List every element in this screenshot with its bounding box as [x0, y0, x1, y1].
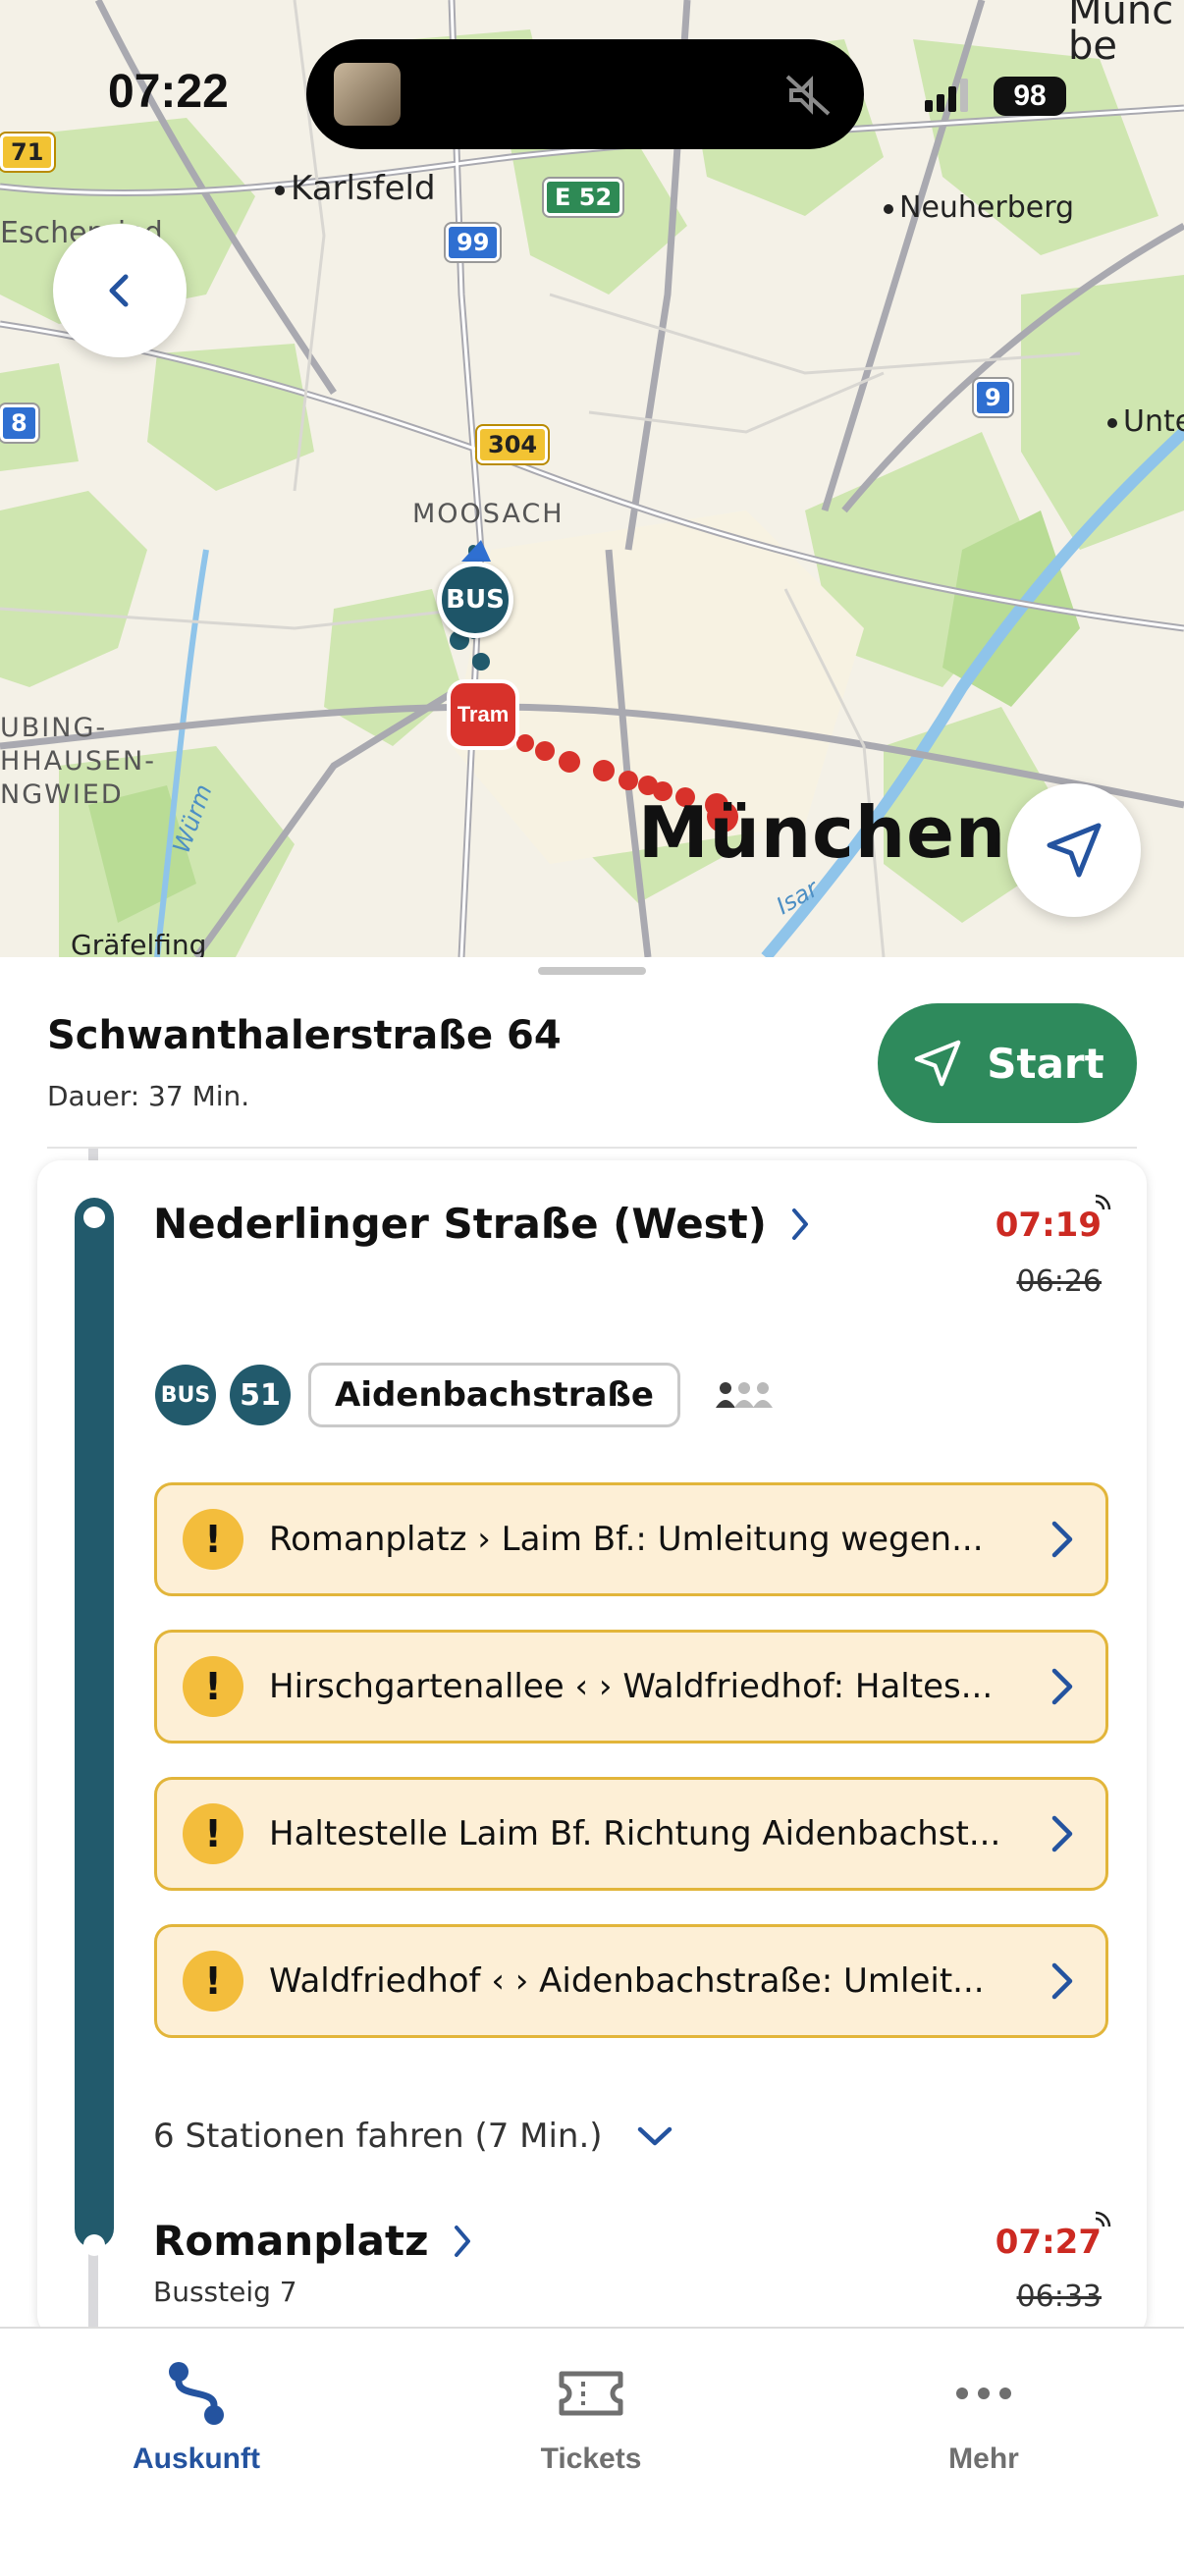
arrival-stop[interactable]: Romanplatz: [153, 2217, 474, 2265]
sheet-drag-handle[interactable]: [538, 967, 646, 975]
chevron-right-icon: [1051, 1668, 1073, 1705]
cellular-signal-icon: [925, 79, 968, 112]
warning-icon: !: [183, 1509, 243, 1570]
place-aubing: UBING-: [0, 713, 108, 743]
locate-me-button[interactable]: [1007, 783, 1141, 917]
chevron-right-icon: [1051, 1962, 1073, 2000]
arrival-time-scheduled: 06:33: [1016, 2280, 1102, 2314]
service-alert[interactable]: ! Hirschgartenallee ‹ › Waldfriedhof: Ha…: [154, 1630, 1108, 1744]
location-arrow-icon: [1047, 823, 1102, 878]
bus-mode-badge: BUS: [155, 1365, 216, 1425]
place-langwied: NGWIED: [0, 779, 124, 810]
line-number-badge: 51: [230, 1365, 291, 1425]
warning-icon: !: [183, 1803, 243, 1864]
tab-tickets[interactable]: Tickets: [473, 2358, 709, 2476]
tab-label: Mehr: [948, 2442, 1019, 2475]
rail-end-dot: [83, 2234, 105, 2256]
chevron-left-icon: [109, 274, 129, 307]
service-alert[interactable]: ! Romanplatz › Laim Bf.: Umleitung wegen…: [154, 1482, 1108, 1596]
occupancy-icon: [715, 1382, 773, 1408]
place-muenchen: München: [638, 791, 1007, 874]
service-alert[interactable]: ! Haltestelle Laim Bf. Richtung Aidenbac…: [154, 1777, 1108, 1891]
road-shield-left-1: 71: [0, 134, 55, 171]
place-neuherberg: Neuherberg: [884, 190, 1074, 225]
muted-icon: [785, 75, 831, 116]
direction-label: Aidenbachstraße: [308, 1363, 680, 1427]
warning-icon: !: [183, 1951, 243, 2012]
realtime-signal-icon: [1095, 2211, 1111, 2227]
trip-duration: Dauer: 37 Min.: [47, 1080, 250, 1112]
service-alert[interactable]: ! Waldfriedhof ‹ › Aidenbachstraße: Umle…: [154, 1924, 1108, 2038]
service-alert-text: Haltestelle Laim Bf. Richtung Aidenbachs…: [269, 1814, 1001, 1853]
tab-mehr[interactable]: Mehr: [866, 2358, 1102, 2476]
chevron-down-icon: [637, 2126, 672, 2146]
warning-icon: !: [183, 1656, 243, 1717]
service-alert-text: Waldfriedhof ‹ › Aidenbachstraße: Umleit…: [269, 1961, 985, 2001]
road-shield-left-2: 8: [0, 404, 38, 442]
chevron-right-icon: [454, 2225, 470, 2257]
start-button-label: Start: [987, 1039, 1104, 1088]
service-alert-text: Romanplatz › Laim Bf.: Umleitung wegen..…: [269, 1520, 984, 1559]
battery-indicator: 98: [994, 77, 1066, 116]
arrival-platform: Bussteig 7: [153, 2276, 297, 2308]
road-shield-a9: 9: [974, 379, 1012, 416]
road-shield-a99: 99: [446, 224, 501, 261]
destination-title: Schwanthalerstraße 64: [47, 1013, 562, 1058]
route-map[interactable]: Karlsfeld Eschenried Neuherberg be Münc …: [0, 0, 1184, 957]
ticket-icon: [559, 2371, 623, 2416]
service-alert-text: Hirschgartenallee ‹ › Waldfriedhof: Halt…: [269, 1667, 994, 1706]
tab-label: Tickets: [540, 2442, 642, 2475]
place-graefelfing: Gräfelfing: [71, 929, 207, 957]
route-icon: [169, 2362, 224, 2425]
place-unter: Unte: [1107, 404, 1184, 439]
place-top-right-2: Münc: [1068, 0, 1174, 33]
departure-time-scheduled: 06:26: [1016, 1264, 1102, 1299]
tram-marker[interactable]: Tram: [447, 679, 519, 750]
status-time: 07:22: [108, 66, 229, 118]
road-shield-304: 304: [477, 426, 549, 463]
arrival-stop-name: Romanplatz: [153, 2217, 429, 2265]
place-karlsfeld: Karlsfeld: [275, 169, 436, 208]
chevron-right-icon: [1051, 1521, 1073, 1558]
arrival-time-realtime: 07:27: [995, 2223, 1102, 2262]
walk-connector-bottom: [88, 2248, 98, 2338]
place-lochhausen: HHAUSEN-: [0, 746, 156, 777]
leg-card: [37, 1160, 1147, 2338]
more-dots-icon: [956, 2388, 1011, 2399]
departure-time-realtime: 07:19: [995, 1206, 1102, 1245]
back-button[interactable]: [53, 224, 187, 357]
bus-start-marker[interactable]: BUS: [437, 562, 513, 638]
line-info-row: BUS 51 Aidenbachstraße: [155, 1363, 775, 1427]
departure-stop[interactable]: Nederlinger Straße (West): [153, 1200, 812, 1248]
navigation-arrow-icon: [914, 1040, 961, 1087]
rail-start-dot: [83, 1207, 105, 1228]
start-navigation-button[interactable]: Start: [878, 1003, 1137, 1123]
now-playing-artwork: [334, 63, 401, 126]
tab-label: Auskunft: [133, 2442, 260, 2475]
road-shield-e52: E 52: [544, 179, 623, 216]
sheet-divider: [47, 1147, 1137, 1149]
realtime-signal-icon: [1095, 1194, 1111, 1210]
dynamic-island[interactable]: [306, 39, 864, 149]
chevron-right-icon: [1051, 1815, 1073, 1852]
departure-stop-name: Nederlinger Straße (West): [153, 1200, 767, 1248]
bus-line-rail: [75, 1198, 114, 2248]
bottom-tab-bar: Auskunft Tickets Mehr: [0, 2327, 1184, 2576]
stations-count-label: 6 Stationen fahren (7 Min.): [153, 2117, 603, 2156]
chevron-right-icon: [791, 1208, 808, 1240]
stations-expander[interactable]: 6 Stationen fahren (7 Min.): [153, 2117, 673, 2156]
place-moosach: MOOSACH: [412, 499, 565, 529]
tab-auskunft[interactable]: Auskunft: [79, 2358, 314, 2476]
